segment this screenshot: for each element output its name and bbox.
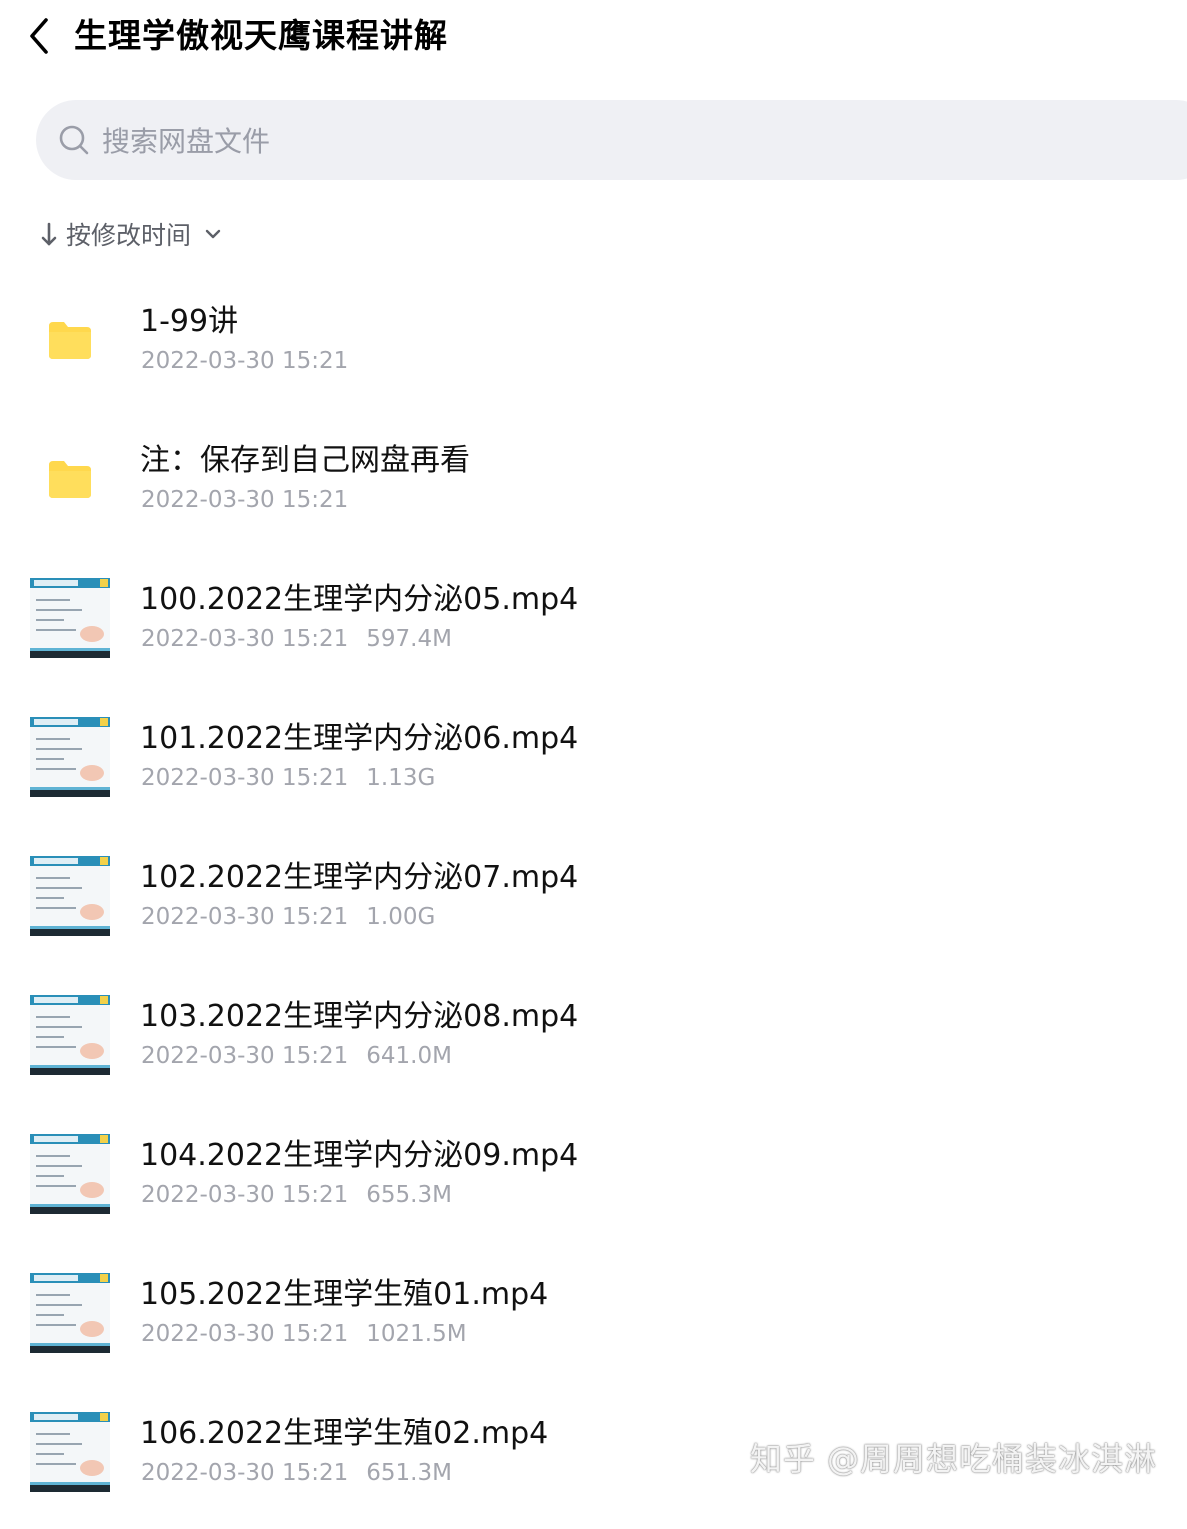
- file-name: 100.2022生理学内分泌05.mp4: [140, 582, 579, 617]
- file-row[interactable]: 101.2022生理学内分泌06.mp4 2022-03-30 15:21 1.13…: [0, 695, 1187, 834]
- file-meta: 2022-03-30 15:21 641.0M: [141, 1043, 452, 1069]
- video-thumbnail: [30, 995, 110, 1075]
- file-date: 2022-03-30 15:21: [141, 904, 349, 930]
- file-size: 1.00G: [366, 904, 436, 930]
- file-meta: 2022-03-30 15:21 1021.5M: [141, 1321, 467, 1347]
- file-date: 2022-03-30 15:21: [141, 1182, 349, 1208]
- video-thumbnail: [30, 1134, 110, 1214]
- file-date: 2022-03-30 15:21: [141, 626, 349, 652]
- file-size: 641.0M: [366, 1043, 452, 1069]
- file-meta: 2022-03-30 15:21: [141, 348, 348, 374]
- video-thumbnail: [30, 1412, 110, 1492]
- file-date: 2022-03-30 15:21: [141, 765, 349, 791]
- file-row[interactable]: 100.2022生理学内分泌05.mp4 2022-03-30 15:21 597.…: [0, 556, 1187, 695]
- search-icon: [59, 125, 89, 155]
- file-meta: 2022-03-30 15:21 597.4M: [141, 626, 452, 652]
- chevron-left-icon: [30, 18, 48, 54]
- file-row[interactable]: 102.2022生理学内分泌07.mp4 2022-03-30 15:21 1.00…: [0, 834, 1187, 973]
- file-size: 651.3M: [366, 1460, 452, 1486]
- sort-dropdown[interactable]: 按修改时间: [38, 212, 223, 256]
- file-name: 103.2022生理学内分泌08.mp4: [140, 999, 579, 1034]
- file-meta: 2022-03-30 15:21: [141, 487, 348, 513]
- file-name: 106.2022生理学生殖02.mp4: [140, 1416, 549, 1451]
- file-row[interactable]: 103.2022生理学内分泌08.mp4 2022-03-30 15:21 641.…: [0, 973, 1187, 1112]
- page-title: 生理学傲视天鹰课程讲解: [74, 16, 448, 55]
- file-meta: 2022-03-30 15:21 655.3M: [141, 1182, 452, 1208]
- file-size: 1021.5M: [366, 1321, 467, 1347]
- file-name: 注：保存到自己网盘再看: [140, 443, 470, 478]
- file-row[interactable]: 105.2022生理学生殖01.mp4 2022-03-30 15:21 1021.…: [0, 1251, 1187, 1390]
- file-date: 2022-03-30 15:21: [141, 348, 349, 374]
- file-size: 1.13G: [366, 765, 436, 791]
- video-thumbnail: [30, 717, 110, 797]
- sort-label: 按修改时间: [66, 221, 192, 250]
- file-name: 104.2022生理学内分泌09.mp4: [140, 1138, 579, 1173]
- video-thumbnail: [30, 578, 110, 658]
- folder-icon: [49, 461, 91, 498]
- video-thumbnail: [30, 856, 110, 936]
- folder-row[interactable]: 注：保存到自己网盘再看 2022-03-30 15:21: [0, 417, 1187, 556]
- folder-icon: [49, 322, 91, 359]
- arrow-down-icon: [41, 222, 57, 246]
- file-date: 2022-03-30 15:21: [141, 1460, 349, 1486]
- file-name: 102.2022生理学内分泌07.mp4: [140, 860, 579, 895]
- file-meta: 2022-03-30 15:21 1.00G: [141, 904, 435, 930]
- back-button[interactable]: [22, 14, 62, 58]
- file-name: 101.2022生理学内分泌06.mp4: [140, 721, 579, 756]
- video-thumbnail: [30, 1273, 110, 1353]
- file-date: 2022-03-30 15:21: [141, 487, 349, 513]
- search-input[interactable]: [100, 116, 1004, 166]
- file-name: 105.2022生理学生殖01.mp4: [140, 1277, 549, 1312]
- file-date: 2022-03-30 15:21: [141, 1043, 349, 1069]
- file-size: 597.4M: [366, 626, 452, 652]
- chevron-down-icon: [205, 229, 221, 239]
- file-name: 1-99讲: [140, 304, 239, 339]
- file-meta: 2022-03-30 15:21 1.13G: [141, 765, 435, 791]
- watermark: 知乎 @周周想吃桶装冰淇淋: [749, 1440, 1157, 1478]
- file-date: 2022-03-30 15:21: [141, 1321, 349, 1347]
- file-row[interactable]: 104.2022生理学内分泌09.mp4 2022-03-30 15:21 655.…: [0, 1112, 1187, 1251]
- file-meta: 2022-03-30 15:21 651.3M: [141, 1460, 452, 1486]
- file-size: 655.3M: [366, 1182, 452, 1208]
- header: 生理学傲视天鹰课程讲解: [0, 0, 1187, 80]
- folder-row[interactable]: 1-99讲 2022-03-30 15:21: [0, 278, 1187, 417]
- file-list: 1-99讲 2022-03-30 15:21 注：保存到自己网盘再看 2022-03-…: [0, 278, 1187, 1529]
- search-bar[interactable]: [36, 100, 1187, 180]
